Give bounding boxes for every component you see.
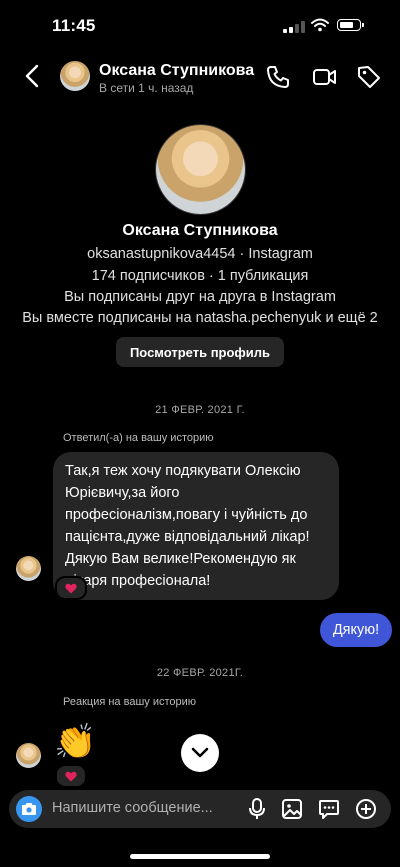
- cellular-signal-icon: [283, 21, 305, 33]
- scroll-to-bottom-button[interactable]: [181, 734, 219, 772]
- heart-reaction-badge[interactable]: [55, 576, 87, 600]
- gallery-icon[interactable]: [281, 797, 303, 821]
- back-arrow-icon[interactable]: [22, 63, 44, 89]
- heart-icon: [65, 583, 77, 593]
- tag-icon[interactable]: [356, 64, 382, 90]
- home-indicator: [130, 854, 270, 859]
- profile-mutual: Вы подписаны друг на друга в Instagram: [64, 289, 336, 305]
- profile-stats: 174 подписчиков · 1 публикация: [91, 268, 309, 284]
- heart-icon: [65, 771, 77, 781]
- heart-reaction-badge[interactable]: [55, 764, 87, 788]
- clapping-hands-emoji[interactable]: 👏: [54, 722, 96, 762]
- profile-name: Оксана Ступникова: [122, 222, 278, 239]
- camera-button[interactable]: [16, 796, 42, 822]
- camera-icon: [22, 803, 36, 815]
- profile-handle: oksanastupnikova4454 · Instagram: [87, 246, 313, 262]
- header-avatar[interactable]: [60, 61, 90, 91]
- microphone-icon[interactable]: [246, 797, 268, 821]
- profile-avatar[interactable]: [156, 125, 245, 214]
- incoming-message[interactable]: Так,я теж хочу подякувати Олексію Юрієви…: [53, 452, 339, 600]
- battery-icon: [337, 19, 364, 31]
- add-plus-icon[interactable]: [355, 797, 377, 821]
- sticker-chat-icon[interactable]: [318, 797, 340, 821]
- video-call-icon[interactable]: [312, 64, 338, 90]
- date-separator: 22 ФЕВР. 2021Г.: [156, 667, 244, 679]
- profile-common-followers: Вы вместе подписаны на natasha.pechenyuk…: [22, 310, 378, 326]
- sender-avatar[interactable]: [16, 743, 41, 768]
- story-reaction-label: Реакция на вашу историю: [63, 696, 197, 708]
- message-input[interactable]: [52, 797, 237, 819]
- contact-name[interactable]: Оксана Ступникова: [99, 62, 254, 80]
- status-time: 11:45: [52, 16, 96, 35]
- date-separator: 21 ФЕВР. 2021 Г.: [155, 404, 245, 416]
- chevron-down-icon: [191, 747, 209, 758]
- contact-status: В сети 1 ч. назад: [99, 81, 194, 95]
- sender-avatar[interactable]: [16, 556, 41, 581]
- outgoing-message[interactable]: Дякую!: [320, 613, 392, 647]
- story-reply-label: Ответил(-а) на вашу историю: [63, 432, 214, 444]
- wifi-icon: [311, 18, 329, 32]
- view-profile-button[interactable]: Посмотреть профиль: [116, 337, 284, 367]
- phone-icon[interactable]: [265, 64, 291, 90]
